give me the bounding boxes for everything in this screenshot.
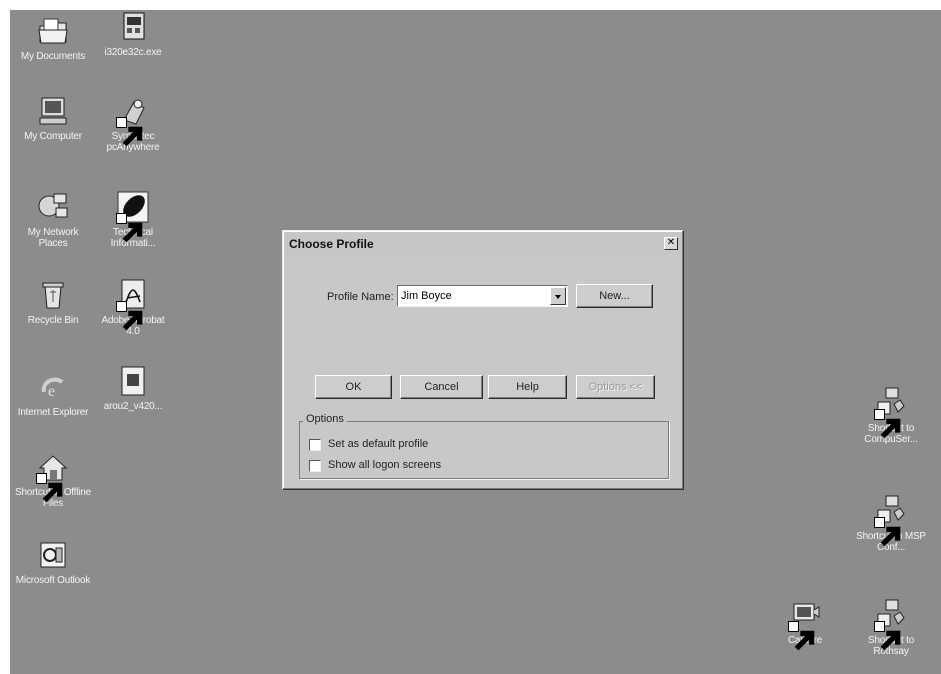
recycle-bin-icon	[36, 278, 70, 312]
adobe-acrobat-desktop-icon[interactable]: Adobe Acrobat 4.0	[94, 278, 172, 337]
pcanywhere-shortcut-icon	[116, 94, 150, 147]
icon-label: My Documents	[20, 51, 86, 62]
icon-label: My Computer	[24, 131, 82, 142]
computer-icon	[36, 94, 70, 128]
close-button[interactable]: ✕	[664, 237, 678, 250]
icon-label: My Network Places	[27, 227, 79, 249]
icon-label: arou2_v420...	[103, 401, 163, 412]
network-icon	[36, 190, 70, 224]
shortcut-arrow-icon	[116, 301, 143, 331]
network-shortcut-icon	[874, 598, 908, 651]
executable-icon	[116, 10, 150, 44]
icon-label: Recycle Bin	[27, 315, 79, 326]
new-profile-button[interactable]: New...	[576, 284, 653, 308]
symantec-pcanywhere-desktop-icon[interactable]: Symantec pcAnywhere	[94, 94, 172, 153]
shortcut-arrow-icon	[874, 409, 901, 439]
show-logon-screens-checkbox[interactable]	[309, 460, 321, 472]
profile-name-select[interactable]: Jim Boyce	[397, 285, 568, 307]
document-icon	[116, 364, 150, 398]
leaf-document-icon	[116, 190, 150, 243]
cancel-button[interactable]: Cancel	[400, 375, 483, 399]
shortcut-arrow-icon	[116, 117, 143, 147]
show-logon-screens-label: Show all logon screens	[328, 459, 442, 471]
capture-desktop-icon[interactable]: Capture	[766, 598, 844, 651]
shortcut-arrow-icon	[788, 621, 815, 651]
shortcut-to-compuserve-desktop-icon[interactable]: Shortcut to CompuSer...	[852, 386, 930, 445]
options-button[interactable]: Options <<	[576, 375, 655, 399]
icon-label: Microsoft Outlook	[15, 575, 91, 586]
shortcut-to-rothsay-desktop-icon[interactable]: Shortcut to Rothsay	[852, 598, 930, 657]
my-computer-desktop-icon[interactable]: My Computer	[14, 94, 92, 142]
options-group-label: Options	[303, 413, 347, 425]
network-shortcut-icon	[874, 386, 908, 439]
svg-text:e: e	[48, 383, 55, 400]
ok-button[interactable]: OK	[315, 375, 392, 399]
network-shortcut-icon	[874, 494, 908, 547]
choose-profile-dialog: Choose Profile ✕ Profile Name: Jim Boyce…	[282, 230, 684, 490]
internet-explorer-icon: e	[36, 370, 70, 404]
capture-shortcut-icon	[788, 598, 822, 651]
shortcut-arrow-icon	[116, 213, 143, 243]
shortcut-arrow-icon	[874, 621, 901, 651]
set-default-profile-checkbox[interactable]	[309, 439, 321, 451]
set-default-profile-label: Set as default profile	[328, 438, 429, 450]
offline-files-shortcut-icon	[36, 450, 70, 503]
arou2-v420-desktop-icon[interactable]: arou2_v420...	[94, 364, 172, 412]
outlook-icon	[36, 538, 70, 572]
my-documents-desktop-icon[interactable]: My Documents	[14, 14, 92, 62]
recycle-bin-desktop-icon[interactable]: Recycle Bin	[14, 278, 92, 326]
dialog-title: Choose Profile	[289, 237, 374, 251]
dialog-titlebar[interactable]: Choose Profile ✕	[286, 234, 680, 254]
icon-label: Internet Explorer	[17, 407, 89, 418]
internet-explorer-desktop-icon[interactable]: e Internet Explorer	[14, 370, 92, 418]
microsoft-outlook-desktop-icon[interactable]: Microsoft Outlook	[14, 538, 92, 586]
my-network-places-desktop-icon[interactable]: My Network Places	[14, 190, 92, 249]
profile-name-value: Jim Boyce	[401, 290, 452, 302]
dropdown-arrow-button[interactable]	[550, 287, 566, 305]
icon-label: i320e32c.exe	[104, 47, 162, 58]
folder-documents-icon	[36, 14, 70, 48]
profile-name-label: Profile Name:	[327, 291, 394, 303]
technical-informati-desktop-icon[interactable]: Technical Informati...	[94, 190, 172, 249]
help-button[interactable]: Help	[488, 375, 567, 399]
shortcut-to-msp-conf-desktop-icon[interactable]: Shortcut to MSP Conf...	[852, 494, 930, 553]
shortcut-arrow-icon	[874, 517, 901, 547]
i320e32c-desktop-icon[interactable]: i320e32c.exe	[94, 10, 172, 58]
shortcut-arrow-icon	[36, 473, 63, 503]
offline-files-shortcut-desktop-icon[interactable]: Shortcut to Offline Files	[14, 450, 92, 509]
close-icon: ✕	[666, 237, 676, 248]
acrobat-shortcut-icon	[116, 278, 150, 331]
